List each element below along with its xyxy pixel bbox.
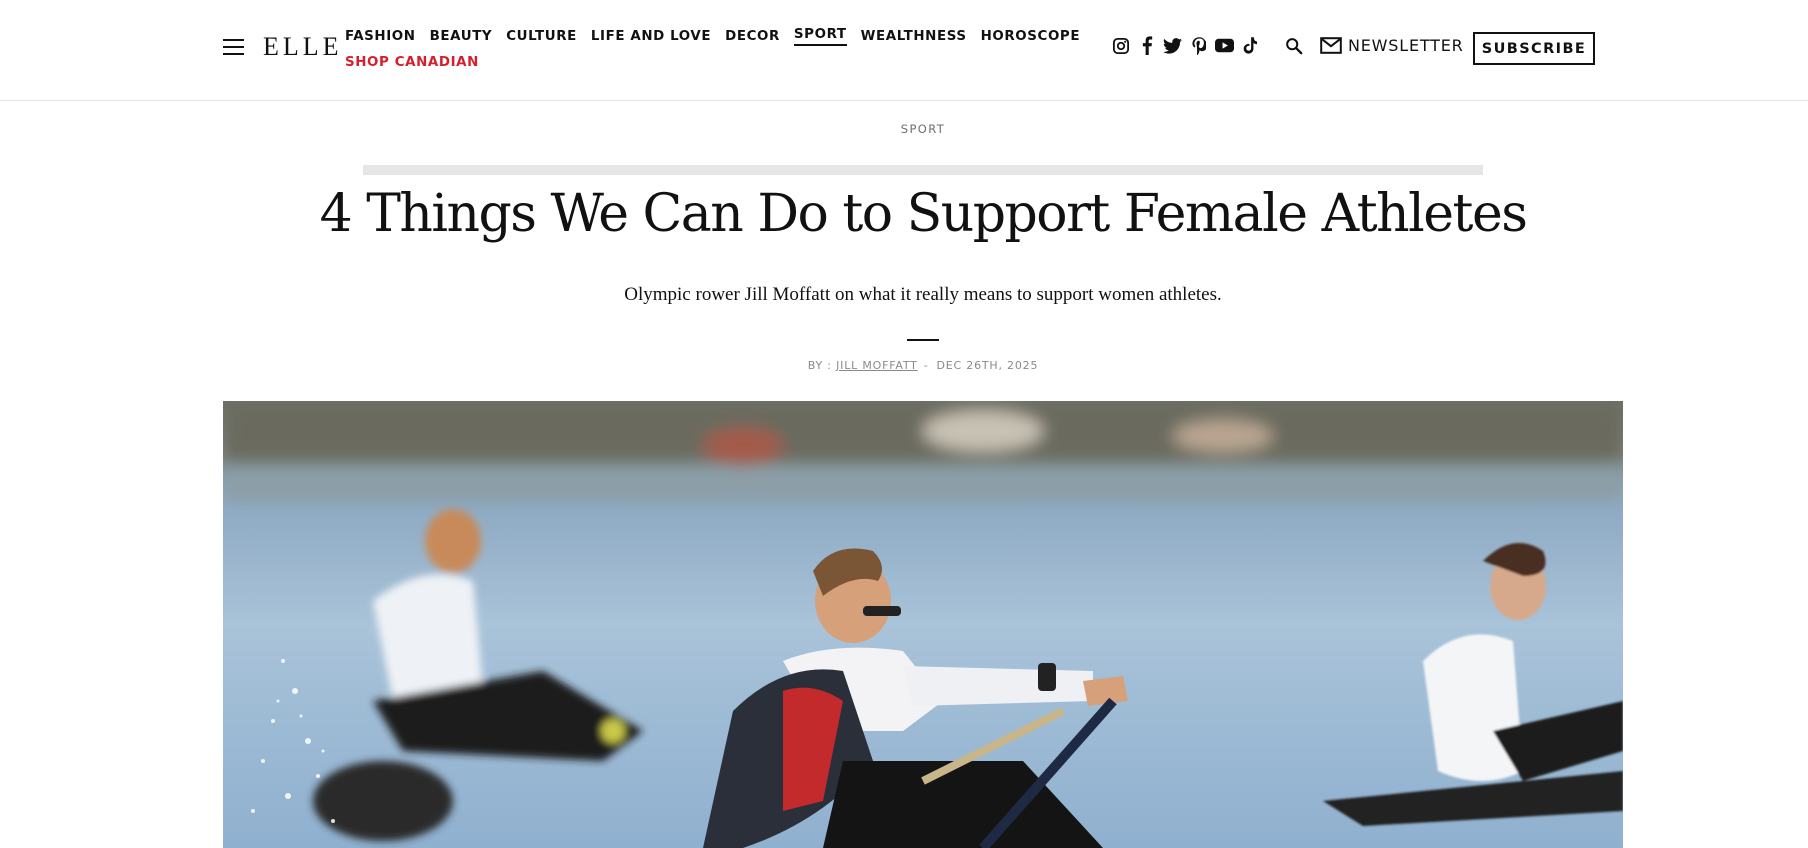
youtube-icon[interactable] bbox=[1215, 36, 1234, 55]
instagram-icon[interactable] bbox=[1111, 36, 1130, 55]
mail-icon bbox=[1320, 37, 1342, 54]
publish-date: DEC 26TH, 2025 bbox=[936, 359, 1039, 372]
main-nav: FASHION BEAUTY CULTURE LIFE AND LOVE DEC… bbox=[345, 27, 1080, 71]
byline-separator: - bbox=[923, 359, 929, 372]
rowers-photo bbox=[223, 401, 1623, 848]
newsletter-label: NEWSLETTER bbox=[1348, 36, 1464, 55]
author-link[interactable]: JILL MOFFATT bbox=[836, 359, 918, 372]
pinterest-icon[interactable] bbox=[1189, 36, 1208, 55]
nav-sport[interactable]: SPORT bbox=[793, 27, 847, 46]
elle-logo[interactable]: ELLE bbox=[263, 32, 343, 62]
social-links bbox=[1111, 36, 1260, 55]
nav-decor[interactable]: DECOR bbox=[725, 29, 780, 44]
nav-horoscope[interactable]: HOROSCOPE bbox=[981, 29, 1081, 44]
byline-prefix: BY : bbox=[807, 359, 832, 372]
twitter-icon[interactable] bbox=[1163, 36, 1182, 55]
nav-life-and-love[interactable]: LIFE AND LOVE bbox=[591, 29, 711, 44]
hero-image bbox=[223, 401, 1623, 848]
divider bbox=[907, 339, 939, 341]
newsletter-link[interactable]: NEWSLETTER bbox=[1320, 36, 1464, 55]
facebook-icon[interactable] bbox=[1137, 36, 1156, 55]
article-title: 4 Things We Can Do to Support Female Ath… bbox=[319, 184, 1528, 244]
ad-placeholder-bar bbox=[363, 165, 1483, 175]
byline: BY : JILL MOFFATT - DEC 26TH, 2025 bbox=[0, 359, 1808, 372]
nav-culture[interactable]: CULTURE bbox=[506, 29, 577, 44]
section-label[interactable]: SPORT bbox=[0, 122, 1808, 136]
nav-shop-canadian[interactable]: SHOP CANADIAN bbox=[345, 55, 479, 70]
menu-icon[interactable] bbox=[223, 39, 244, 56]
subscribe-button[interactable]: SUBSCRIBE bbox=[1473, 32, 1595, 65]
tiktok-icon[interactable] bbox=[1241, 36, 1260, 55]
search-icon[interactable] bbox=[1285, 37, 1305, 57]
nav-wealthness[interactable]: WEALTHNESS bbox=[861, 29, 967, 44]
nav-fashion[interactable]: FASHION bbox=[345, 29, 416, 44]
article-dek: Olympic rower Jill Moffatt on what it re… bbox=[624, 284, 1222, 305]
site-header: ELLE FASHION BEAUTY CULTURE LIFE AND LOV… bbox=[0, 0, 1808, 101]
nav-beauty[interactable]: BEAUTY bbox=[430, 29, 493, 44]
